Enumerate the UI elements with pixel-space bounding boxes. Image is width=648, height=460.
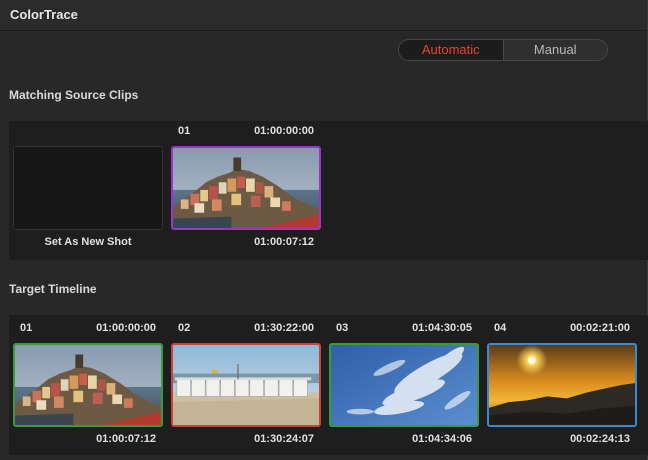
- title-bar: ColorTrace: [0, 0, 648, 31]
- clip-end-timecode: 01:04:34:06: [412, 433, 472, 445]
- clip-end-timecode: 01:30:24:07: [254, 433, 314, 445]
- clip-header: 03 01:04:30:05: [329, 322, 479, 336]
- clip-end-timecode: 01:00:07:12: [254, 236, 314, 248]
- clip-thumbnail[interactable]: [13, 343, 163, 427]
- target-section-label: Target Timeline: [9, 282, 97, 296]
- mode-toggle[interactable]: Automatic Manual: [398, 39, 608, 61]
- clip-end-timecode: 00:02:24:13: [570, 433, 630, 445]
- manual-toggle-option[interactable]: Manual: [504, 40, 608, 60]
- timeline-clip[interactable]: 03 01:04:30:05 01:04:34:06: [329, 322, 479, 452]
- sunset-thumbnail-image: [489, 345, 635, 425]
- clip-header: 01 01:00:00:00: [13, 322, 163, 336]
- clip-number: 01: [20, 322, 33, 334]
- cloudy-sky-thumbnail-image: [331, 345, 477, 425]
- source-section-label: Matching Source Clips: [9, 88, 139, 102]
- set-as-new-shot-label: Set As New Shot: [44, 236, 132, 248]
- clip-header: 02 01:30:22:00: [171, 322, 321, 336]
- clip-header: 04 00:02:21:00: [487, 322, 637, 336]
- clip-number: 04: [494, 322, 507, 334]
- timeline-clip[interactable]: 04 00:02:21:00 00:02:24:13: [487, 322, 637, 452]
- timeline-clip[interactable]: 02 01:30:22:00 01:30:24:07: [171, 322, 321, 452]
- clip-start-timecode: 01:00:00:00: [254, 125, 314, 137]
- clip-thumbnail[interactable]: [329, 343, 479, 427]
- clip-number: 03: [336, 322, 349, 334]
- clip-thumbnail[interactable]: [171, 146, 321, 230]
- target-timeline-panel: 01 01:00:00:00 01:00:07:12 02 01:30:22:0…: [9, 315, 648, 455]
- new-shot-slot[interactable]: [13, 146, 163, 230]
- clip-number: 01: [178, 125, 191, 137]
- clip-end-timecode: 01:00:07:12: [96, 433, 156, 445]
- source-clip[interactable]: 01 01:00:00:00 01:00:07:12: [171, 125, 321, 255]
- clip-number: 02: [178, 322, 191, 334]
- window-title: ColorTrace: [10, 7, 78, 22]
- source-clips-panel: Set As New Shot 01 01:00:00:00 01:00:07:…: [9, 121, 648, 260]
- clip-start-timecode: 01:04:30:05: [412, 322, 472, 334]
- clip-start-timecode: 01:30:22:00: [254, 322, 314, 334]
- clip-start-timecode: 01:00:00:00: [96, 322, 156, 334]
- automatic-toggle-option[interactable]: Automatic: [399, 40, 504, 60]
- coastal-village-thumbnail-image: [15, 345, 161, 425]
- clip-thumbnail[interactable]: [171, 343, 321, 427]
- clip-thumbnail[interactable]: [487, 343, 637, 427]
- coastal-village-thumbnail-image: [173, 148, 319, 228]
- clip-header: 01 01:00:00:00: [171, 125, 321, 139]
- timeline-clip[interactable]: 01 01:00:00:00 01:00:07:12: [13, 322, 163, 452]
- clip-start-timecode: 00:02:21:00: [570, 322, 630, 334]
- beach-huts-thumbnail-image: [173, 345, 319, 425]
